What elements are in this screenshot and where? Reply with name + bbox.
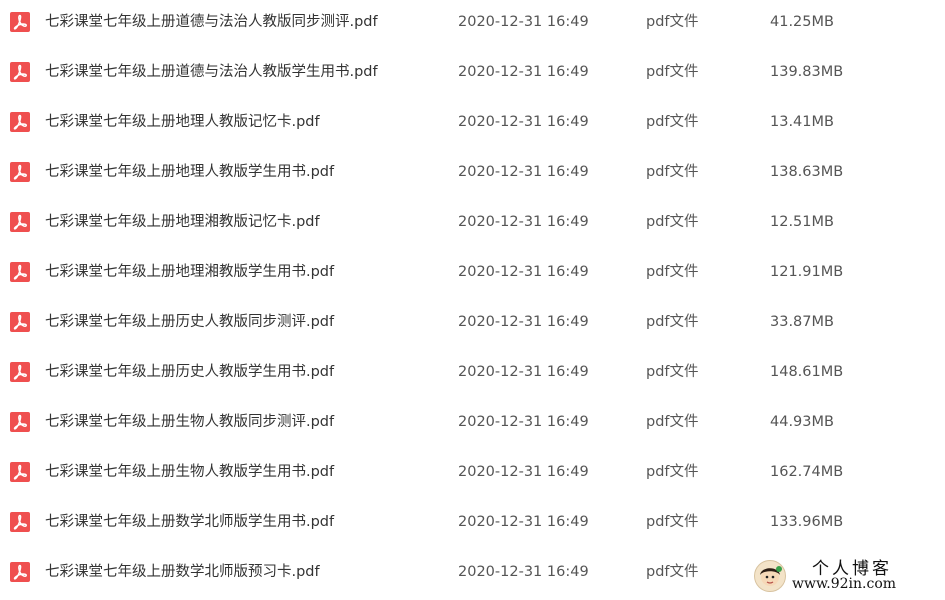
pdf-file-icon — [10, 412, 30, 432]
pdf-file-icon — [10, 562, 30, 582]
file-modified-date: 2020-12-31 16:49 — [458, 564, 589, 580]
site-watermark: 个人博客 www.92in.com — [748, 554, 945, 598]
file-name: 七彩课堂七年级上册生物人教版同步测评.pdf — [45, 414, 335, 430]
pdf-file-icon — [10, 462, 30, 482]
file-row[interactable]: 七彩课堂七年级上册道德与法治人教版学生用书.pdf 2020-12-31 16:… — [0, 50, 945, 100]
file-type: pdf文件 — [646, 164, 699, 180]
file-modified-date: 2020-12-31 16:49 — [458, 14, 589, 30]
pdf-file-icon — [10, 262, 30, 282]
file-size: 44.93MB — [770, 414, 834, 430]
file-type: pdf文件 — [646, 414, 699, 430]
file-row[interactable]: 七彩课堂七年级上册地理湘教版学生用书.pdf 2020-12-31 16:49 … — [0, 250, 945, 300]
pdf-file-icon — [10, 12, 30, 32]
pdf-file-icon — [10, 362, 30, 382]
file-modified-date: 2020-12-31 16:49 — [458, 364, 589, 380]
pdf-file-icon — [10, 162, 30, 182]
file-list: 七彩课堂七年级上册道德与法治人教版同步测评.pdf 2020-12-31 16:… — [0, 0, 945, 598]
file-modified-date: 2020-12-31 16:49 — [458, 514, 589, 530]
file-row[interactable]: 七彩课堂七年级上册道德与法治人教版同步测评.pdf 2020-12-31 16:… — [0, 0, 945, 50]
file-size: 33.87MB — [770, 314, 834, 330]
file-size: 13.41MB — [770, 114, 834, 130]
file-type: pdf文件 — [646, 564, 699, 580]
file-modified-date: 2020-12-31 16:49 — [458, 214, 589, 230]
file-type: pdf文件 — [646, 314, 699, 330]
file-modified-date: 2020-12-31 16:49 — [458, 314, 589, 330]
file-size: 162.74MB — [770, 464, 844, 480]
file-type: pdf文件 — [646, 364, 699, 380]
file-row[interactable]: 七彩课堂七年级上册地理人教版记忆卡.pdf 2020-12-31 16:49 p… — [0, 100, 945, 150]
file-size: 148.61MB — [770, 364, 844, 380]
pdf-file-icon — [10, 212, 30, 232]
file-type: pdf文件 — [646, 464, 699, 480]
pdf-file-icon — [10, 62, 30, 82]
pdf-file-icon — [10, 512, 30, 532]
file-size: 121.91MB — [770, 264, 844, 280]
file-size: 138.63MB — [770, 164, 844, 180]
file-modified-date: 2020-12-31 16:49 — [458, 264, 589, 280]
file-type: pdf文件 — [646, 14, 699, 30]
file-size: 41.25MB — [770, 14, 834, 30]
file-name: 七彩课堂七年级上册地理人教版学生用书.pdf — [45, 164, 335, 180]
file-name: 七彩课堂七年级上册数学北师版学生用书.pdf — [45, 514, 335, 530]
file-modified-date: 2020-12-31 16:49 — [458, 64, 589, 80]
file-row[interactable]: 七彩课堂七年级上册历史人教版同步测评.pdf 2020-12-31 16:49 … — [0, 300, 945, 350]
file-row[interactable]: 七彩课堂七年级上册地理人教版学生用书.pdf 2020-12-31 16:49 … — [0, 150, 945, 200]
pdf-file-icon — [10, 312, 30, 332]
file-name: 七彩课堂七年级上册历史人教版学生用书.pdf — [45, 364, 335, 380]
file-name: 七彩课堂七年级上册地理人教版记忆卡.pdf — [45, 114, 320, 130]
file-name: 七彩课堂七年级上册地理湘教版记忆卡.pdf — [45, 214, 320, 230]
file-row[interactable]: 七彩课堂七年级上册数学北师版学生用书.pdf 2020-12-31 16:49 … — [0, 500, 945, 550]
file-size: 12.51MB — [770, 214, 834, 230]
file-size: 139.83MB — [770, 64, 844, 80]
file-type: pdf文件 — [646, 514, 699, 530]
file-size: 133.96MB — [770, 514, 844, 530]
file-type: pdf文件 — [646, 264, 699, 280]
watermark-avatar — [754, 560, 786, 592]
file-name: 七彩课堂七年级上册生物人教版学生用书.pdf — [45, 464, 335, 480]
file-type: pdf文件 — [646, 64, 699, 80]
file-modified-date: 2020-12-31 16:49 — [458, 464, 589, 480]
file-name: 七彩课堂七年级上册地理湘教版学生用书.pdf — [45, 264, 335, 280]
file-row[interactable]: 七彩课堂七年级上册生物人教版同步测评.pdf 2020-12-31 16:49 … — [0, 400, 945, 450]
file-name: 七彩课堂七年级上册道德与法治人教版学生用书.pdf — [45, 64, 378, 80]
file-name: 七彩课堂七年级上册道德与法治人教版同步测评.pdf — [45, 14, 378, 30]
file-name: 七彩课堂七年级上册数学北师版预习卡.pdf — [45, 564, 320, 580]
file-type: pdf文件 — [646, 114, 699, 130]
file-modified-date: 2020-12-31 16:49 — [458, 114, 589, 130]
file-name: 七彩课堂七年级上册历史人教版同步测评.pdf — [45, 314, 335, 330]
file-modified-date: 2020-12-31 16:49 — [458, 414, 589, 430]
pdf-file-icon — [10, 112, 30, 132]
file-row[interactable]: 七彩课堂七年级上册地理湘教版记忆卡.pdf 2020-12-31 16:49 p… — [0, 200, 945, 250]
file-type: pdf文件 — [646, 214, 699, 230]
file-row[interactable]: 七彩课堂七年级上册历史人教版学生用书.pdf 2020-12-31 16:49 … — [0, 350, 945, 400]
file-row[interactable]: 七彩课堂七年级上册生物人教版学生用书.pdf 2020-12-31 16:49 … — [0, 450, 945, 500]
file-modified-date: 2020-12-31 16:49 — [458, 164, 589, 180]
watermark-url: www.92in.com — [792, 576, 897, 592]
